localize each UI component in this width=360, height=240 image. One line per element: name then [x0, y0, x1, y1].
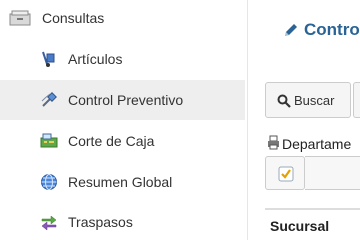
printer-icon — [268, 135, 279, 150]
hand-truck-icon — [42, 51, 55, 67]
search-icon — [277, 94, 291, 108]
main-content: Contro Buscar Departame Sucursal — [248, 0, 360, 240]
arrows-transfer-icon — [41, 215, 57, 231]
sidebar-item-label: Traspasos — [68, 214, 133, 230]
page-title: Contro — [304, 20, 360, 39]
pencil-icon — [285, 24, 297, 36]
sidebar-item-label: Artículos — [68, 51, 123, 67]
satellite-icon — [41, 92, 57, 107]
department-label: Departame — [282, 136, 352, 152]
sidebar-item-articulos[interactable]: Artículos — [0, 39, 245, 79]
sidebar-item-label: Resumen Global — [68, 174, 173, 190]
select-all-checkbox[interactable] — [265, 156, 305, 190]
sidebar-item-label: Control Preventivo — [68, 92, 184, 108]
sidebar: Consultas Artículos Control Preventivo C… — [0, 0, 248, 240]
toolbar-button-next[interactable] — [353, 82, 360, 118]
folder-drawer-icon — [9, 10, 31, 26]
search-button[interactable]: Buscar — [265, 82, 351, 118]
sidebar-item-corte-de-caja[interactable]: Corte de Caja — [0, 121, 245, 161]
sidebar-header-label: Consultas — [42, 10, 105, 26]
column-header-sucursal: Sucursal — [270, 218, 330, 234]
checkbox-checked-icon — [278, 166, 294, 182]
sidebar-item-traspasos[interactable]: Traspasos — [0, 202, 245, 240]
filter-row — [305, 156, 360, 190]
search-button-label: Buscar — [294, 93, 335, 108]
table-header: Sucursal — [265, 208, 360, 240]
sidebar-item-resumen-global[interactable]: Resumen Global — [0, 162, 245, 202]
sidebar-item-label: Corte de Caja — [68, 133, 155, 149]
sidebar-header-consultas[interactable]: Consultas — [0, 0, 248, 37]
globe-icon — [41, 174, 57, 190]
cash-register-icon — [40, 133, 58, 148]
sidebar-item-control-preventivo[interactable]: Control Preventivo — [0, 80, 245, 120]
